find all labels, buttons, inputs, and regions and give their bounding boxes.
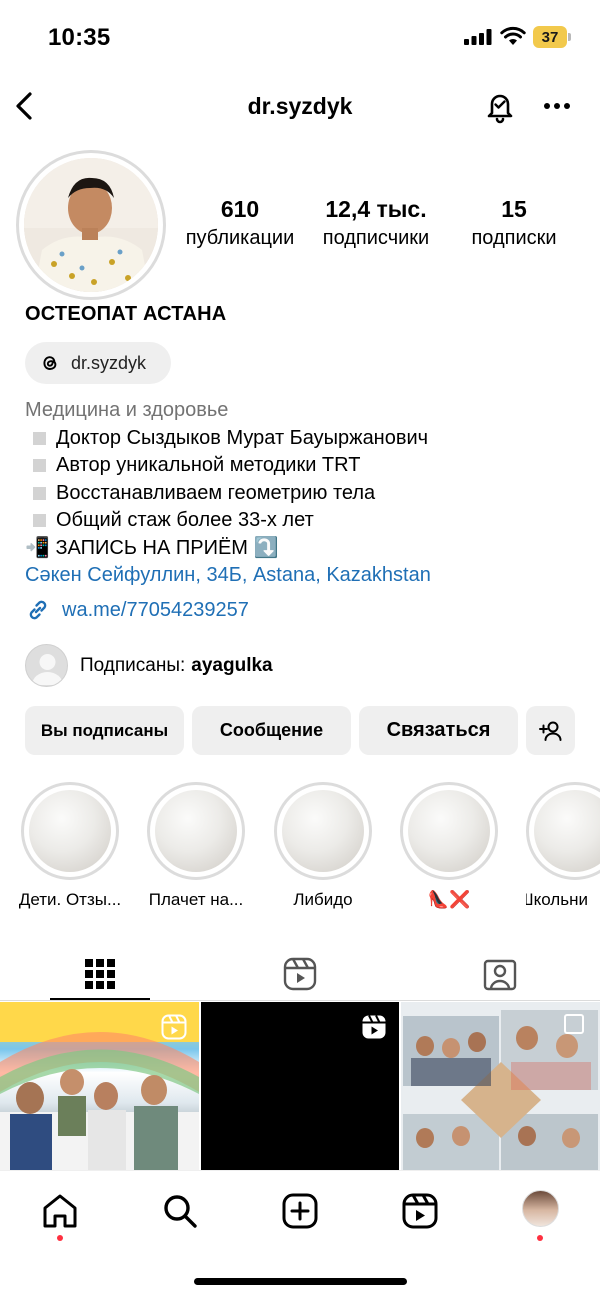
highlight-cover-ring <box>526 782 600 880</box>
wifi-icon <box>500 26 526 45</box>
post-thumbnail[interactable] <box>401 1002 600 1170</box>
following-stat[interactable]: 15 подписки <box>460 196 568 250</box>
profile-bio: Медицина и здоровье Доктор Сыздыков Мура… <box>25 397 431 590</box>
post-thumbnail[interactable] <box>201 1002 399 1170</box>
highlight-cover-ring <box>274 782 372 880</box>
bullet-square-icon <box>33 431 46 445</box>
posts-label: публикации <box>185 227 295 249</box>
carousel-badge-icon <box>564 1014 584 1034</box>
highlight-label: Либидо <box>293 890 353 909</box>
bio-line-text: Доктор Сыздыков Мурат Бауыржанович <box>56 426 429 449</box>
tagged-person-icon <box>483 959 517 991</box>
bio-category: Медицина и здоровье <box>25 399 229 421</box>
reels-nav-icon[interactable] <box>400 1191 440 1231</box>
bio-line-text: Восстанавливаем геометрию тела <box>56 481 376 504</box>
add-user-icon <box>538 721 561 741</box>
profile-external-link[interactable]: wa.me/77054239257 <box>25 597 249 623</box>
highlight-label: Школьни <box>526 890 588 909</box>
bio-line: Восстанавливаем геометрию тела <box>25 480 431 508</box>
message-button[interactable]: Сообщение <box>192 706 351 755</box>
link-icon <box>29 600 47 620</box>
followers-label: подписчики <box>322 227 430 249</box>
highlight-cover-ring <box>400 782 498 880</box>
followed-by-username: ayagulka <box>191 654 273 676</box>
following-count: 15 <box>501 196 527 222</box>
reels-icon <box>283 957 317 991</box>
grid-icon <box>85 959 115 989</box>
highlight-label: Плачет на... <box>148 890 244 909</box>
tagged-tab[interactable] <box>400 948 600 1000</box>
highlight-label: 👠❌ <box>427 890 471 909</box>
threads-profile-chip[interactable]: dr.syzdyk <box>25 342 171 384</box>
bio-line: Автор уникальной методики TRT <box>25 452 431 480</box>
profile-avatar[interactable] <box>16 150 166 300</box>
story-highlight[interactable]: Либидо <box>273 782 373 910</box>
threads-handle: dr.syzdyk <box>71 352 147 373</box>
posts-stat[interactable]: 610 публикации <box>178 196 302 250</box>
followers-count: 12,4 тыс. <box>325 196 427 222</box>
mutual-follower-avatar <box>25 644 68 687</box>
following-button[interactable]: Вы подписаны <box>25 706 184 755</box>
tab-divider <box>0 1000 600 1001</box>
search-icon[interactable] <box>160 1191 200 1231</box>
story-highlight[interactable]: Плачет на... <box>146 782 246 910</box>
external-link-text: wa.me/77054239257 <box>62 598 249 621</box>
status-bar: 10:35 37 <box>0 0 600 76</box>
reel-badge-icon <box>362 1015 386 1039</box>
highlight-cover-ring <box>21 782 119 880</box>
profile-display-name: ОСТЕОПАТ АСТАНА <box>25 303 227 325</box>
profile-header: dr.syzdyk <box>0 76 600 138</box>
highlight-cover <box>282 790 364 872</box>
contact-button[interactable]: Связаться <box>359 706 518 755</box>
battery-tip <box>568 33 571 41</box>
followed-by-label: Подписаны: <box>80 654 186 676</box>
bio-line: Общий стаж более 33-х лет <box>25 507 431 535</box>
highlight-cover <box>29 790 111 872</box>
highlight-cover-ring <box>147 782 245 880</box>
bullet-square-icon <box>33 514 46 528</box>
post-thumbnail[interactable] <box>0 1002 199 1170</box>
home-indicator <box>194 1278 407 1285</box>
bullet-square-icon <box>33 486 46 500</box>
profile-photo-illustration <box>24 158 158 292</box>
home-icon[interactable] <box>40 1191 80 1231</box>
following-label: подписки <box>471 227 557 249</box>
grid-tab[interactable] <box>0 948 200 1000</box>
battery-level: 37 <box>533 26 567 48</box>
followed-by-row[interactable]: Подписаны: ayagulka <box>25 644 273 687</box>
posts-count: 610 <box>220 196 260 222</box>
home-notification-dot <box>57 1235 63 1241</box>
suggested-users-button[interactable] <box>526 706 575 755</box>
status-time: 10:35 <box>48 24 111 51</box>
story-highlight[interactable]: 👠❌ <box>399 782 499 910</box>
create-post-icon[interactable] <box>280 1191 320 1231</box>
reels-tab[interactable] <box>200 948 400 1000</box>
default-user-icon <box>32 654 63 685</box>
reel-badge-icon <box>161 1014 187 1040</box>
bio-booking-line: 📲 ЗАПИСЬ НА ПРИЁМ ⤵️ <box>25 536 279 559</box>
cellular-signal-icon <box>464 29 492 45</box>
followers-stat[interactable]: 12,4 тыс. подписчики <box>312 196 440 250</box>
bio-location-link[interactable]: Сәкен Сейфуллин, 34Б, Astana, Kazakhstan <box>25 562 431 590</box>
notification-bell-icon[interactable] <box>483 88 517 124</box>
more-dots-icon[interactable] <box>543 102 571 110</box>
highlight-label: Дети. Отзы... <box>18 890 122 909</box>
profile-photo <box>24 158 158 292</box>
highlight-cover <box>534 790 600 872</box>
bio-line: Доктор Сыздыков Мурат Бауыржанович <box>25 425 431 453</box>
bio-line-text: Автор уникальной методики TRT <box>56 454 361 476</box>
story-highlight[interactable]: Школьни <box>526 782 600 910</box>
threads-icon <box>43 356 57 370</box>
highlight-cover <box>155 790 237 872</box>
highlight-cover <box>408 790 490 872</box>
own-profile-avatar[interactable] <box>522 1190 559 1227</box>
battery-icon: 37 <box>533 26 571 48</box>
bullet-square-icon <box>33 459 46 473</box>
bio-line-text: Общий стаж более 33-х лет <box>56 509 314 531</box>
profile-notification-dot <box>537 1235 543 1241</box>
story-highlight[interactable]: Дети. Отзы... <box>19 782 121 910</box>
